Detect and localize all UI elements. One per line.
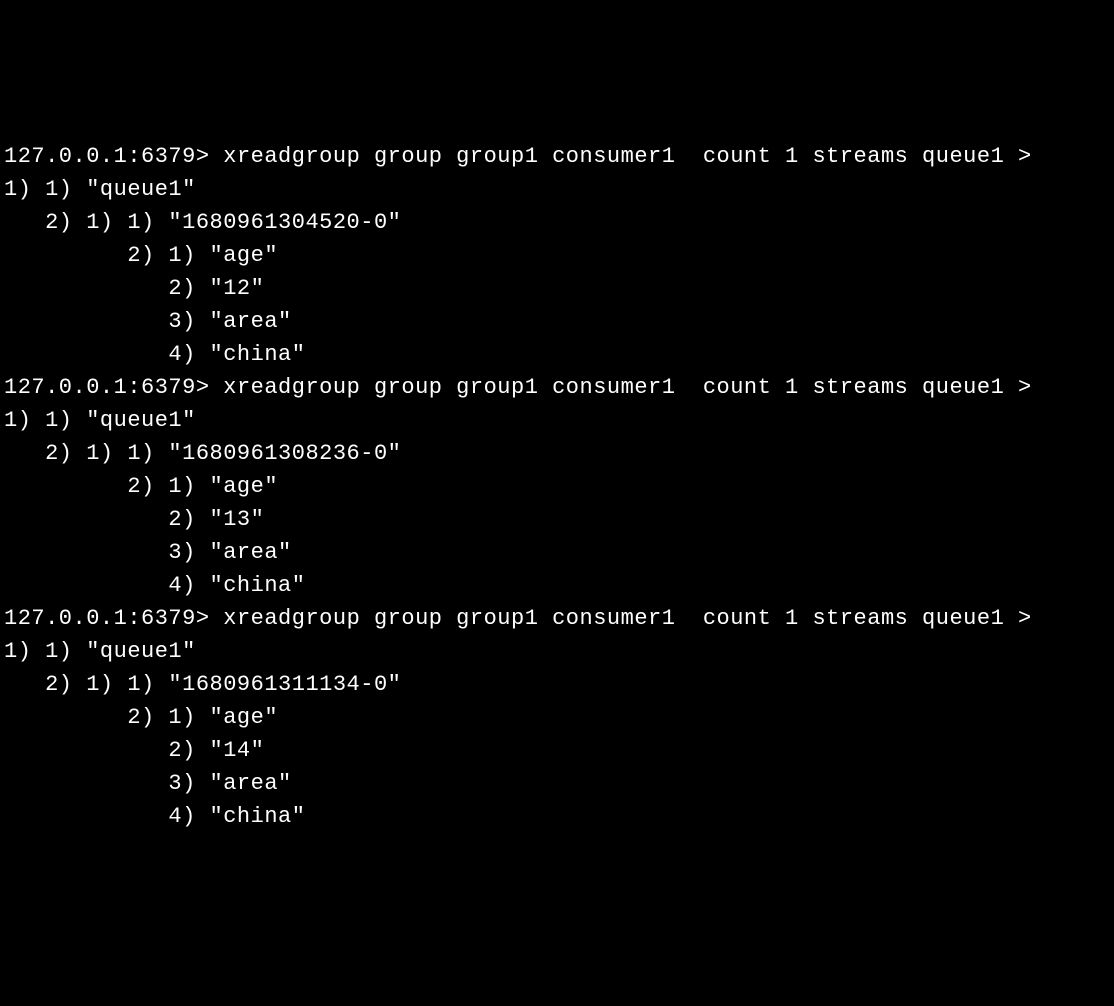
command-line: 127.0.0.1:6379> xreadgroup group group1 … — [4, 371, 1110, 404]
result-field-key: 2) 1) "age" — [4, 701, 1110, 734]
command-text: xreadgroup group group1 consumer1 count … — [223, 144, 1031, 169]
result-entry-id: 2) 1) 1) "1680961308236-0" — [4, 437, 1110, 470]
result-field-value: 4) "china" — [4, 800, 1110, 833]
command-text: xreadgroup group group1 consumer1 count … — [223, 606, 1031, 631]
command-text: xreadgroup group group1 consumer1 count … — [223, 375, 1031, 400]
command-line: 127.0.0.1:6379> xreadgroup group group1 … — [4, 140, 1110, 173]
result-queue-label: 1) 1) "queue1" — [4, 404, 1110, 437]
result-field-value: 4) "china" — [4, 569, 1110, 602]
result-queue-label: 1) 1) "queue1" — [4, 173, 1110, 206]
prompt: 127.0.0.1:6379> — [4, 606, 210, 631]
result-queue-label: 1) 1) "queue1" — [4, 635, 1110, 668]
result-field-value: 4) "china" — [4, 338, 1110, 371]
result-entry-id: 2) 1) 1) "1680961311134-0" — [4, 668, 1110, 701]
result-field-key: 3) "area" — [4, 767, 1110, 800]
result-field-value: 2) "12" — [4, 272, 1110, 305]
result-field-value: 2) "13" — [4, 503, 1110, 536]
command-line: 127.0.0.1:6379> xreadgroup group group1 … — [4, 602, 1110, 635]
result-field-key: 3) "area" — [4, 305, 1110, 338]
prompt: 127.0.0.1:6379> — [4, 144, 210, 169]
prompt: 127.0.0.1:6379> — [4, 375, 210, 400]
result-field-key: 2) 1) "age" — [4, 470, 1110, 503]
terminal-output[interactable]: 127.0.0.1:6379> xreadgroup group group1 … — [4, 140, 1110, 833]
result-entry-id: 2) 1) 1) "1680961304520-0" — [4, 206, 1110, 239]
result-field-key: 3) "area" — [4, 536, 1110, 569]
result-field-value: 2) "14" — [4, 734, 1110, 767]
result-field-key: 2) 1) "age" — [4, 239, 1110, 272]
